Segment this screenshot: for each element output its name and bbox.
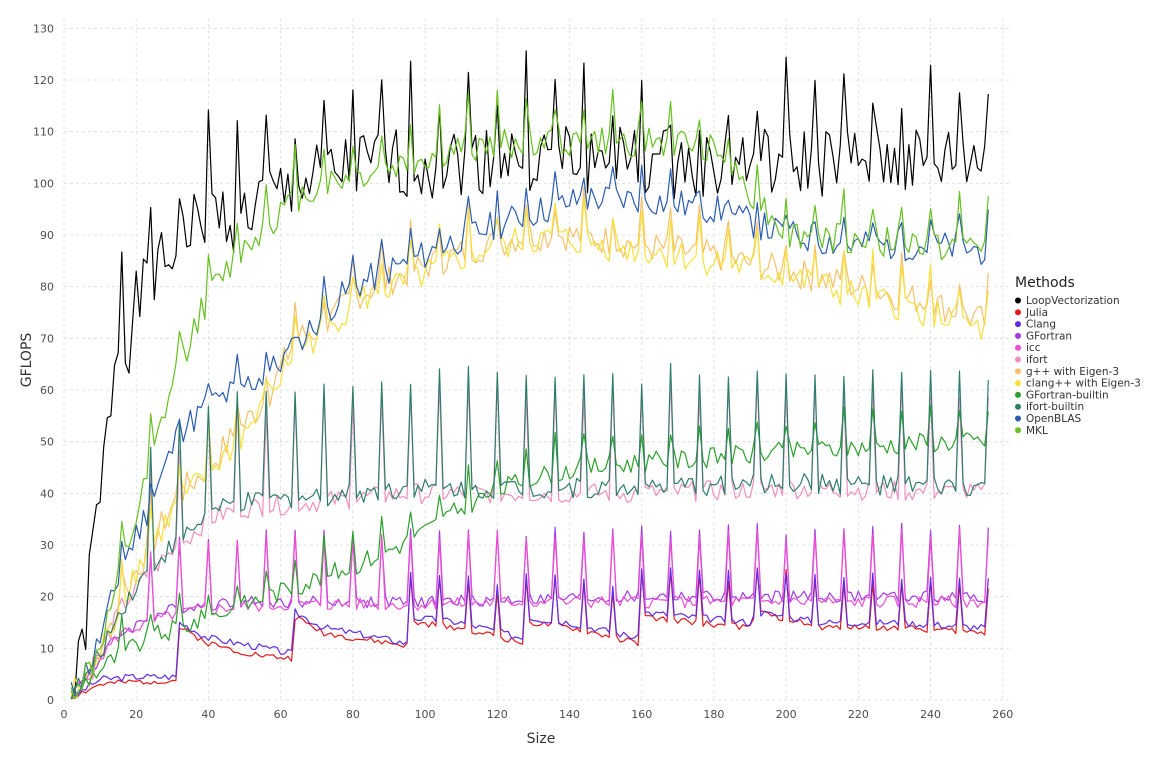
x-tick-label: 60	[274, 708, 288, 721]
legend-swatch	[1015, 391, 1021, 398]
legend-item: g++ with Eigen-3	[1015, 366, 1119, 378]
y-tick-label: 40	[40, 487, 54, 500]
y-tick-label: 20	[40, 591, 54, 604]
legend-label: clang++ with Eigen-3	[1026, 378, 1141, 390]
legend-label: ifort-builtin	[1026, 401, 1084, 413]
legend-label: ifort	[1026, 354, 1047, 366]
y-axis-title: GFLOPS	[19, 333, 35, 388]
legend-item: MKL	[1015, 425, 1048, 437]
legend-label: GFortran-builtin	[1026, 389, 1109, 401]
legend-swatch	[1015, 321, 1021, 328]
x-tick-label: 160	[631, 708, 652, 721]
y-tick-label: 0	[47, 694, 54, 707]
legend-label: icc	[1026, 342, 1041, 354]
y-tick-label: 120	[33, 74, 54, 87]
x-tick-label: 120	[487, 708, 508, 721]
legend-item: clang++ with Eigen-3	[1015, 378, 1141, 390]
y-tick-label: 70	[40, 332, 54, 345]
legend: Methods LoopVectorizationJuliaClangGFort…	[1015, 275, 1141, 437]
legend-swatch	[1015, 344, 1021, 351]
x-tick-label: 260	[992, 708, 1013, 721]
legend-item: ifort-builtin	[1015, 401, 1084, 413]
legend-item: icc	[1015, 342, 1041, 354]
legend-label: Clang	[1026, 319, 1056, 331]
legend-swatch	[1015, 297, 1021, 304]
x-tick-label: 0	[61, 708, 68, 721]
legend-label: Julia	[1025, 307, 1048, 319]
x-tick-label: 200	[776, 708, 797, 721]
x-tick-label: 140	[559, 708, 580, 721]
legend-label: MKL	[1026, 425, 1048, 437]
legend-swatch	[1015, 427, 1021, 434]
legend-swatch	[1015, 403, 1021, 410]
legend-swatch	[1015, 332, 1021, 339]
legend-item: Clang	[1015, 319, 1056, 331]
legend-label: g++ with Eigen-3	[1026, 366, 1119, 378]
x-tick-label: 220	[848, 708, 869, 721]
x-axis-ticks: 0 20 40 60 80 100 120 140 160 180 200 220 240 260	[61, 708, 1014, 721]
legend-swatch	[1015, 356, 1021, 363]
y-tick-label: 90	[40, 229, 54, 242]
x-tick-label: 100	[415, 708, 436, 721]
legend-swatch	[1015, 415, 1021, 422]
legend-item: GFortran-builtin	[1015, 389, 1109, 401]
x-tick-label: 240	[920, 708, 941, 721]
legend-title: Methods	[1015, 275, 1075, 291]
x-tick-label: 40	[201, 708, 215, 721]
x-tick-label: 20	[129, 708, 143, 721]
x-tick-label: 80	[346, 708, 360, 721]
x-tick-label: 180	[703, 708, 724, 721]
y-tick-label: 10	[40, 642, 54, 655]
y-tick-label: 50	[40, 436, 54, 449]
x-axis-title: Size	[527, 731, 556, 747]
legend-label: LoopVectorization	[1026, 295, 1120, 307]
y-tick-label: 110	[33, 126, 54, 139]
legend-label: OpenBLAS	[1026, 413, 1082, 425]
legend-swatch	[1015, 380, 1021, 387]
gflops-line-chart: 0 20 40 60 80 100 120 140 160 180 200 220 240 260 0 10…	[19, 18, 1141, 747]
legend-item: ifort	[1015, 354, 1047, 366]
y-tick-label: 130	[33, 22, 54, 35]
legend-item: GFortran	[1015, 330, 1072, 342]
y-tick-label: 80	[40, 281, 54, 294]
y-tick-label: 60	[40, 384, 54, 397]
y-tick-label: 30	[40, 539, 54, 552]
legend-item: Julia	[1015, 307, 1048, 319]
legend-item: LoopVectorization	[1015, 295, 1120, 307]
legend-swatch	[1015, 309, 1021, 316]
legend-label: GFortran	[1026, 330, 1072, 342]
y-tick-label: 100	[33, 177, 54, 190]
legend-item: OpenBLAS	[1015, 413, 1082, 425]
y-axis-ticks: 0 10 20 30 40 50 60 70 80 90 100 110 120 130	[33, 22, 54, 707]
legend-swatch	[1015, 368, 1021, 375]
